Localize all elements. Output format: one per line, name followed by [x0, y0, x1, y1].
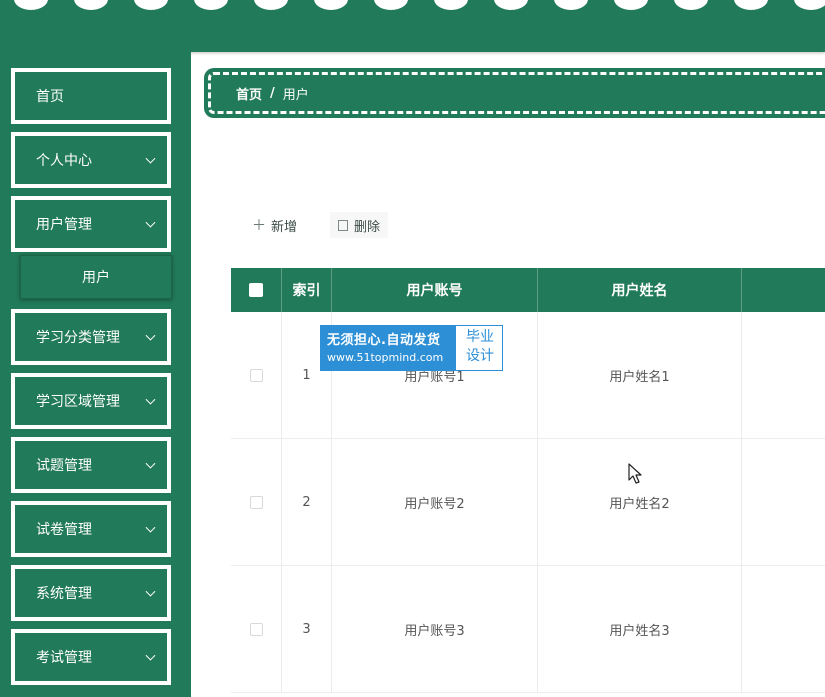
sidebar-item-label: 试题管理 [36, 458, 92, 474]
sidebar-item-label: 考试管理 [36, 650, 92, 666]
header-index-label: 索引 [292, 283, 321, 299]
chevron-down-icon [145, 586, 156, 597]
sidebar-item-personal-center[interactable]: 个人中心 [11, 132, 171, 188]
select-all-checkbox[interactable] [249, 283, 263, 297]
sidebar-item-inner: 系统管理 [16, 570, 166, 616]
header-name-label: 用户姓名 [611, 283, 668, 299]
row-name: 用户姓名2 [538, 439, 742, 566]
sidebar-subitem-label: 用户 [82, 270, 110, 286]
sidebar-item-inner: 学习分类管理 [16, 314, 166, 360]
sidebar-item-inner: 个人中心 [16, 137, 166, 183]
sidebar-item-label: 学习区域管理 [36, 394, 120, 410]
row-select-cell [231, 439, 282, 566]
header-select-all [231, 268, 282, 312]
watermark-url: www.51topmind.com [327, 351, 444, 364]
sidebar-item-user-management[interactable]: 用户管理 [11, 196, 171, 252]
sidebar-item-study-category[interactable]: 学习分类管理 [11, 309, 171, 365]
header-scallop [74, 0, 108, 10]
sidebar-item-inner: 考试管理 [16, 634, 166, 680]
sidebar-item-system-management[interactable]: 系统管理 [11, 565, 171, 621]
watermark-slogan: 无须担心.自动发货 [327, 333, 441, 348]
row-name: 用户姓名1 [538, 312, 742, 439]
sidebar-item-inner: 试卷管理 [16, 506, 166, 552]
row-checkbox[interactable] [249, 623, 263, 636]
header-account-label: 用户账号 [406, 283, 463, 299]
watermark-right-line1: 毕业 [466, 329, 494, 345]
breadcrumb-container: 首页 / 用户 [204, 68, 825, 118]
chevron-down-icon [145, 458, 156, 469]
row-checkbox[interactable] [249, 369, 263, 382]
table-row: 2 用户账号2 用户姓名2 [231, 439, 825, 566]
sidebar-item-label: 个人中心 [36, 153, 92, 169]
row-account: 用户账号3 [332, 566, 538, 693]
header-scallop [674, 0, 708, 10]
delete-button[interactable]: 删除 [330, 212, 389, 238]
chevron-down-icon [145, 217, 156, 228]
row-name: 用户姓名3 [538, 566, 742, 693]
breadcrumb: 首页 / 用户 [208, 72, 825, 114]
sidebar-item-inner: 学习区域管理 [16, 378, 166, 424]
breadcrumb-separator: / [270, 85, 275, 101]
row-index: 2 [282, 439, 332, 566]
sidebar-item-question-management[interactable]: 试题管理 [11, 437, 171, 493]
row-account: 用户账号2 [332, 439, 538, 566]
chevron-down-icon [145, 522, 156, 533]
header-scallop [14, 0, 48, 10]
row-extra [742, 439, 825, 566]
add-button[interactable]: ＋ 新增 [244, 212, 305, 238]
header-scallop [734, 0, 768, 10]
table-header: 索引 用户账号 用户姓名 [231, 268, 825, 312]
row-extra [742, 566, 825, 693]
sidebar-item-inner: 试题管理 [16, 442, 166, 488]
watermark-banner: 无须担心.自动发货 www.51topmind.com 毕业 设计 [320, 325, 503, 371]
header-scallop [314, 0, 348, 10]
sidebar-item-label: 试卷管理 [36, 522, 92, 538]
header-account: 用户账号 [332, 268, 538, 312]
breadcrumb-current: 用户 [282, 87, 309, 103]
add-button-label: 新增 [271, 219, 298, 235]
sidebar-item-label: 用户管理 [36, 217, 92, 233]
mouse-cursor-icon [628, 463, 642, 484]
row-select-cell [231, 312, 282, 439]
trash-icon [338, 219, 348, 231]
watermark-left: 无须担心.自动发货 www.51topmind.com [321, 326, 456, 370]
header-scallop [194, 0, 228, 10]
header-scallop [794, 0, 825, 10]
sidebar-subitem-user[interactable]: 用户 [20, 255, 172, 299]
row-extra [742, 312, 825, 439]
watermark-right-line2: 设计 [466, 348, 494, 364]
sidebar-item-study-area[interactable]: 学习区域管理 [11, 373, 171, 429]
delete-button-label: 删除 [354, 219, 381, 235]
table-row: 3 用户账号3 用户姓名3 [231, 566, 825, 693]
chevron-down-icon [145, 650, 156, 661]
sidebar-item-inner: 用户管理 [16, 201, 166, 247]
sidebar-item-home[interactable]: 首页 [11, 68, 171, 124]
sidebar-item-label: 系统管理 [36, 586, 92, 602]
chevron-down-icon [145, 153, 156, 164]
header-scallop [134, 0, 168, 10]
sidebar-item-label: 首页 [36, 89, 64, 105]
chevron-down-icon [145, 394, 156, 405]
header-scallop [374, 0, 408, 10]
top-header [0, 0, 825, 52]
sidebar-item-paper-management[interactable]: 试卷管理 [11, 501, 171, 557]
header-name: 用户姓名 [538, 268, 742, 312]
header-scallop [434, 0, 468, 10]
sidebar-item-label: 学习分类管理 [36, 330, 120, 346]
header-index: 索引 [282, 268, 332, 312]
header-scallop [254, 0, 288, 10]
header-scallop [494, 0, 528, 10]
sidebar-item-inner: 首页 [16, 73, 166, 119]
sidebar-item-exam-management[interactable]: 考试管理 [11, 629, 171, 685]
row-select-cell [231, 566, 282, 693]
row-index: 3 [282, 566, 332, 693]
row-checkbox[interactable] [249, 496, 263, 509]
header-scallop [554, 0, 588, 10]
chevron-down-icon [145, 330, 156, 341]
header-extra [742, 268, 825, 312]
header-scallop [614, 0, 648, 10]
breadcrumb-home[interactable]: 首页 [236, 84, 262, 103]
watermark-right: 毕业 设计 [459, 328, 501, 366]
plus-icon: ＋ [252, 218, 266, 234]
